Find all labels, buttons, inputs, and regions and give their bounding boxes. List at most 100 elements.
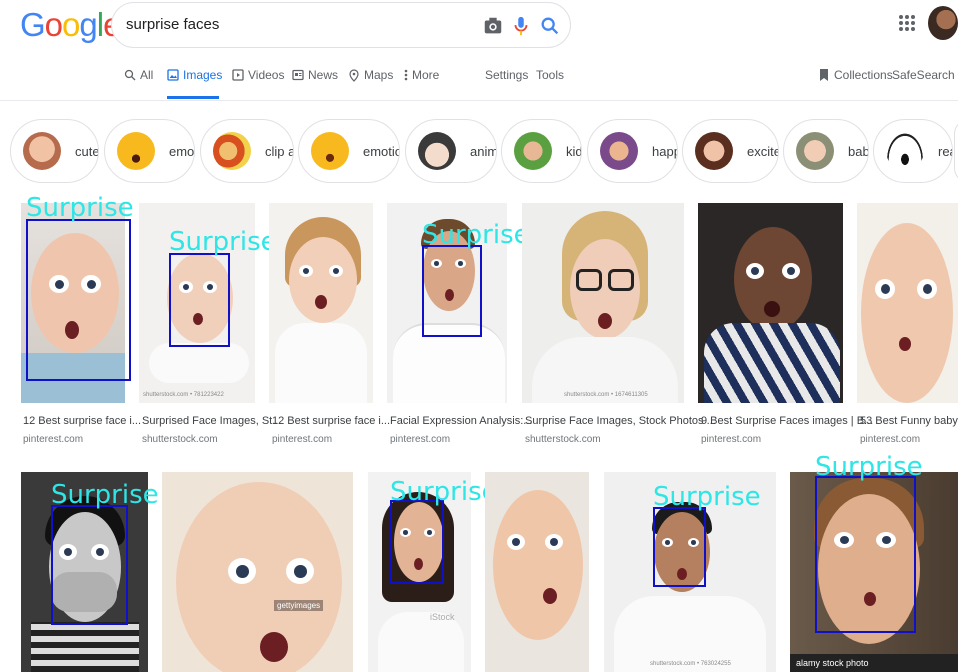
- result-title[interactable]: 12 Best surprise face i...: [272, 415, 390, 427]
- glasses: [608, 269, 634, 291]
- image-result[interactable]: [698, 203, 843, 403]
- tab-images[interactable]: Images: [167, 68, 222, 82]
- result-site[interactable]: shutterstock.com: [525, 434, 601, 445]
- face-detection-box: [26, 219, 131, 381]
- logo-letter: g: [79, 6, 97, 43]
- mouth: [598, 313, 612, 329]
- tab-label: Maps: [364, 68, 394, 82]
- result-title[interactable]: 12 Best surprise face i...: [23, 415, 141, 427]
- face-detection-box: [169, 253, 230, 347]
- face-detection-box: [51, 505, 128, 625]
- chip-thumbnail: [117, 132, 155, 170]
- result-site[interactable]: pinterest.com: [272, 434, 332, 445]
- mouth: [543, 588, 557, 604]
- image-result[interactable]: shutterstock.com • 1674611305: [522, 203, 684, 403]
- collections-link[interactable]: Collections: [818, 68, 893, 82]
- chip-overflow[interactable]: [954, 119, 958, 183]
- detection-label: Surprise: [169, 227, 277, 257]
- baby-face: [176, 482, 342, 672]
- eye: [228, 558, 256, 584]
- microphone-icon[interactable]: [510, 15, 532, 37]
- eye: [917, 279, 937, 299]
- chip-emoji[interactable]: emoji: [104, 119, 195, 183]
- chip-thumbnail: [311, 132, 349, 170]
- result-site[interactable]: pinterest.com: [390, 434, 450, 445]
- chip-real[interactable]: real: [873, 119, 953, 183]
- bookmark-icon: [820, 69, 828, 81]
- tab-maps[interactable]: Maps: [348, 68, 393, 82]
- chip-clip-art[interactable]: clip art: [200, 119, 294, 183]
- collections-label: Collections: [834, 68, 893, 82]
- chip-thumbnail: [418, 132, 456, 170]
- chip-label: happy: [652, 143, 677, 159]
- search-icon[interactable]: [539, 15, 561, 37]
- chip-thumbnail: [514, 132, 552, 170]
- result-site[interactable]: pinterest.com: [701, 434, 761, 445]
- tab-label: News: [308, 68, 339, 82]
- map-pin-icon: [349, 68, 359, 82]
- image-result[interactable]: gettyimages: [162, 472, 353, 672]
- chip-label: cute: [75, 143, 99, 159]
- chip-excited[interactable]: excited: [682, 119, 779, 183]
- apps-grid-icon[interactable]: [898, 14, 916, 32]
- account-avatar[interactable]: [928, 6, 958, 40]
- chip-label: real: [938, 143, 952, 159]
- google-logo[interactable]: Google: [20, 6, 121, 44]
- face-detection-box: [390, 500, 444, 584]
- eye: [329, 265, 343, 277]
- more-vert-icon: [404, 69, 408, 81]
- mouth: [764, 301, 780, 317]
- result-title[interactable]: Facial Expression Analysis:...: [390, 415, 532, 427]
- detection-label: Surprise: [26, 193, 134, 223]
- tab-more[interactable]: More: [404, 68, 439, 82]
- chip-emotion[interactable]: emotion: [298, 119, 400, 183]
- search-icon: [124, 69, 136, 81]
- chip-kids[interactable]: kids: [501, 119, 582, 183]
- search-input[interactable]: surprise faces: [126, 16, 219, 33]
- tab-label: Tools: [536, 68, 565, 82]
- image-result[interactable]: [857, 203, 958, 403]
- chip-anime[interactable]: anime: [405, 119, 497, 183]
- watermark: shutterstock.com • 781223422: [143, 392, 224, 398]
- chip-label: baby: [848, 143, 869, 159]
- result-site[interactable]: pinterest.com: [23, 434, 83, 445]
- video-icon: [232, 69, 244, 81]
- eye: [286, 558, 314, 584]
- safesearch-label: SafeSearch: [892, 68, 955, 82]
- search-box[interactable]: surprise faces: [111, 2, 571, 48]
- result-title[interactable]: Surprise Face Images, Stock Photos ...: [525, 415, 716, 427]
- result-site[interactable]: shutterstock.com: [142, 434, 218, 445]
- tab-videos[interactable]: Videos: [232, 68, 284, 82]
- face-detection-box: [815, 476, 916, 633]
- detection-label: Surprise: [51, 480, 159, 510]
- watermark: iStock: [430, 612, 455, 622]
- eye: [299, 265, 313, 277]
- image-result[interactable]: [485, 472, 589, 672]
- camera-icon[interactable]: [482, 15, 504, 37]
- tab-tools[interactable]: Tools: [536, 68, 564, 82]
- safesearch-menu[interactable]: SafeSearch ▼: [892, 68, 958, 82]
- tab-all[interactable]: All: [124, 68, 153, 82]
- chip-happy[interactable]: happy: [587, 119, 678, 183]
- chip-cute[interactable]: cute: [10, 119, 99, 183]
- detection-label: Surprise: [422, 220, 530, 250]
- chip-label: excited: [747, 143, 778, 159]
- child-face: [289, 237, 357, 323]
- eye: [545, 534, 563, 550]
- result-site[interactable]: pinterest.com: [860, 434, 920, 445]
- watermark: shutterstock.com • 1674611305: [564, 392, 648, 398]
- chip-thumbnail: [796, 132, 834, 170]
- image-result[interactable]: [269, 203, 373, 403]
- watermark: alamy stock photo: [796, 658, 869, 668]
- face-detection-box: [422, 245, 482, 337]
- eye: [746, 263, 764, 279]
- result-title[interactable]: 53 Best Funny baby fac...: [860, 415, 958, 427]
- chip-baby[interactable]: baby: [783, 119, 869, 183]
- tab-news[interactable]: News: [292, 68, 338, 82]
- result-title[interactable]: 9 Best Surprise Faces images | B...: [701, 415, 873, 427]
- detection-label: Surprise: [815, 452, 923, 482]
- mouth: [315, 295, 327, 309]
- result-title[interactable]: Surprised Face Images, St...: [142, 415, 281, 427]
- detection-label: Surprise: [653, 482, 761, 512]
- tab-settings[interactable]: Settings: [485, 68, 528, 82]
